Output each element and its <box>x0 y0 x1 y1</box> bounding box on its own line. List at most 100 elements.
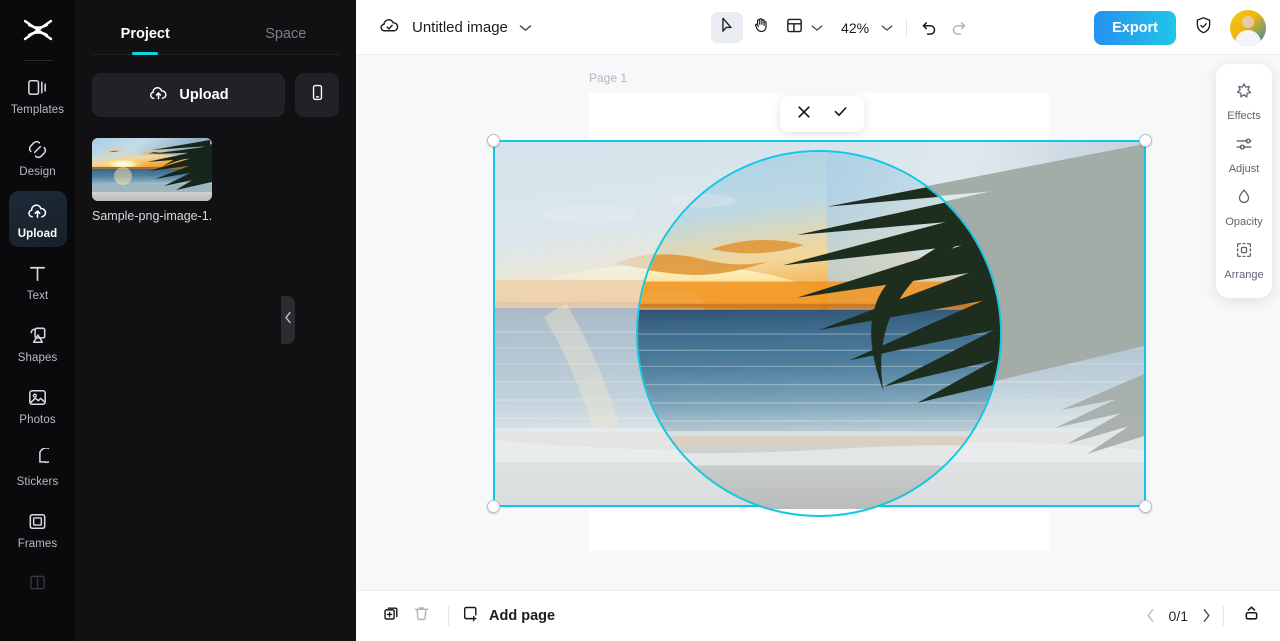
adjust-label: Adjust <box>1229 163 1260 175</box>
main-area: Untitled image <box>356 0 1280 641</box>
chevron-down-icon <box>811 19 823 37</box>
sidebar-item-frames[interactable]: Frames <box>9 501 67 557</box>
panel-collapse-handle[interactable] <box>281 296 295 344</box>
left-rail: Templates Design Upload <box>0 0 75 641</box>
sidebar-item-label: Text <box>27 290 49 302</box>
mobile-phone-icon <box>308 83 327 107</box>
chevron-down-icon <box>881 19 893 37</box>
check-icon <box>832 103 849 125</box>
effects-button[interactable]: Effects <box>1216 74 1272 127</box>
collapse-panel-icon <box>1242 604 1261 628</box>
asset-name: Sample-png-image-1... <box>92 209 212 223</box>
duplicate-page-icon <box>382 604 401 628</box>
upload-cloud-icon <box>26 200 49 223</box>
selected-image-frame[interactable] <box>493 140 1146 507</box>
sidebar-item-templates[interactable]: Templates <box>9 67 67 123</box>
sidebar-item-label: Upload <box>18 228 58 240</box>
sidebar-item-label: Design <box>19 166 55 178</box>
sliders-icon <box>1234 134 1254 159</box>
sidebar-item-stickers[interactable]: Stickers <box>9 439 67 495</box>
stickers-icon <box>26 448 49 471</box>
asset-thumbnail[interactable] <box>92 138 212 201</box>
select-tool-button[interactable] <box>711 12 743 43</box>
cloud-check-icon <box>378 14 401 42</box>
app-logo[interactable] <box>0 4 75 56</box>
layout-more-icon <box>27 572 48 593</box>
toolbar-divider <box>906 18 907 38</box>
upload-button[interactable]: Upload <box>92 73 285 117</box>
shield-check-icon <box>1193 15 1214 41</box>
upload-button-label: Upload <box>179 87 228 103</box>
arrange-label: Arrange <box>1224 269 1263 281</box>
opacity-button[interactable]: Opacity <box>1216 180 1272 233</box>
shield-check-button[interactable] <box>1188 13 1218 43</box>
droplet-icon <box>1234 187 1254 212</box>
cursor-arrow-icon <box>718 16 736 39</box>
export-button[interactable]: Export <box>1094 11 1176 45</box>
tab-space[interactable]: Space <box>216 26 357 52</box>
close-x-icon <box>796 104 812 125</box>
trash-icon <box>412 604 431 628</box>
page-label: Page 1 <box>589 71 627 85</box>
sidebar-item-shapes[interactable]: Shapes <box>9 315 67 371</box>
sidebar-item-text[interactable]: Text <box>9 253 67 309</box>
resize-handle-bottom-left[interactable] <box>487 500 500 513</box>
sidebar-item-photos[interactable]: Photos <box>9 377 67 433</box>
upload-from-mobile-button[interactable] <box>295 73 339 117</box>
panel-tabs: Project Space <box>75 0 356 52</box>
opacity-label: Opacity <box>1225 216 1262 228</box>
prev-page-button[interactable] <box>1146 608 1155 623</box>
duplicate-page-button[interactable] <box>376 601 406 631</box>
history-controls <box>920 18 968 37</box>
arrange-button[interactable]: Arrange <box>1216 233 1272 286</box>
hand-tool-button[interactable] <box>745 12 777 43</box>
circle-crop-shape[interactable] <box>636 150 1002 517</box>
undo-arrow-icon[interactable] <box>920 18 939 37</box>
upload-row: Upload <box>92 73 339 117</box>
resize-handle-top-right[interactable] <box>1139 134 1152 147</box>
delete-page-button[interactable] <box>406 601 436 631</box>
add-page-button[interactable]: Add page <box>461 604 555 627</box>
editor-canvas[interactable]: Page 1 <box>356 55 1280 590</box>
apply-crop-button[interactable] <box>826 100 854 128</box>
resize-handle-top-left[interactable] <box>487 134 500 147</box>
expand-pages-button[interactable] <box>1236 601 1266 631</box>
frames-icon <box>26 510 49 533</box>
sidebar-item-upload[interactable]: Upload <box>9 191 67 247</box>
bottom-divider <box>448 606 449 626</box>
sidebar-item-label: Shapes <box>18 352 58 364</box>
rail-divider <box>23 60 53 61</box>
chevron-down-icon[interactable] <box>519 19 532 37</box>
avatar-body <box>1235 30 1261 46</box>
layout-selector[interactable] <box>779 16 823 40</box>
resize-handle-bottom-right[interactable] <box>1139 500 1152 513</box>
page-navigation: 0/1 <box>1146 608 1211 624</box>
hand-icon <box>752 16 770 39</box>
bottom-divider-2 <box>1223 606 1224 626</box>
zoom-selector[interactable]: 42% <box>825 19 893 37</box>
page-counter: 0/1 <box>1169 608 1188 624</box>
user-avatar[interactable] <box>1230 10 1266 46</box>
canvas-tools: 42% <box>711 12 968 43</box>
effects-label: Effects <box>1227 110 1260 122</box>
sidebar-item-label: Photos <box>19 414 55 426</box>
cancel-crop-button[interactable] <box>790 100 818 128</box>
sidebar-item-more[interactable] <box>9 563 67 600</box>
zoom-level-value: 42% <box>841 20 869 36</box>
upload-cloud-icon <box>148 83 169 108</box>
project-panel: Project Space Upload <box>75 0 356 641</box>
next-page-button[interactable] <box>1202 608 1211 623</box>
image-properties-panel: Effects Adjust <box>1216 64 1272 298</box>
add-page-icon <box>461 604 480 627</box>
sidebar-item-label: Frames <box>18 538 58 550</box>
document-title-group[interactable]: Untitled image <box>378 14 532 42</box>
asset-item[interactable]: Sample-png-image-1... <box>92 138 212 223</box>
sidebar-item-design[interactable]: Design <box>9 129 67 185</box>
templates-icon <box>26 76 49 99</box>
sparkle-star-icon <box>1234 81 1254 106</box>
tab-project[interactable]: Project <box>75 26 216 52</box>
adjust-button[interactable]: Adjust <box>1216 127 1272 180</box>
redo-arrow-icon[interactable] <box>949 18 968 37</box>
chevron-left-icon <box>284 311 292 329</box>
photos-icon <box>26 386 49 409</box>
